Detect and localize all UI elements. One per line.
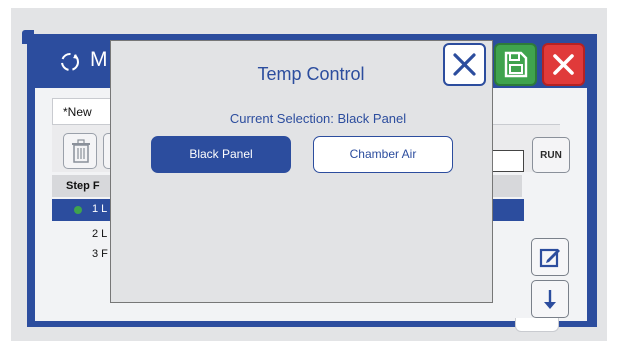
trash-icon bbox=[72, 139, 90, 163]
table-row[interactable]: 3 F bbox=[92, 248, 108, 260]
close-icon bbox=[453, 53, 476, 76]
refresh-icon bbox=[61, 53, 79, 71]
cancel-icon bbox=[553, 54, 574, 75]
row-label: 1 L bbox=[92, 203, 108, 215]
move-down-button[interactable] bbox=[531, 280, 569, 318]
chamber-air-button[interactable]: Chamber Air bbox=[313, 136, 453, 173]
app-title: M bbox=[90, 48, 108, 71]
tab-new[interactable]: *New bbox=[52, 98, 114, 124]
temp-control-dialog: Temp Control Current Selection: Black Pa… bbox=[110, 40, 493, 303]
cancel-button[interactable] bbox=[542, 43, 585, 86]
run-button[interactable]: RUN bbox=[532, 137, 570, 173]
table-header-step: Step F bbox=[52, 175, 112, 197]
edit-button[interactable] bbox=[531, 238, 569, 276]
save-icon bbox=[504, 51, 528, 78]
edit-icon bbox=[539, 248, 560, 268]
arrow-down-icon bbox=[544, 290, 556, 309]
black-panel-button[interactable]: Black Panel bbox=[151, 136, 291, 173]
status-dot-icon bbox=[74, 206, 82, 214]
delete-button[interactable] bbox=[63, 133, 97, 169]
table-row[interactable]: 2 L bbox=[92, 228, 107, 240]
current-selection-text: Current Selection: Black Panel bbox=[229, 111, 407, 126]
step-input[interactable] bbox=[492, 150, 524, 172]
bottom-tab[interactable] bbox=[515, 318, 559, 332]
save-button[interactable] bbox=[494, 43, 537, 86]
close-button[interactable] bbox=[443, 43, 486, 86]
